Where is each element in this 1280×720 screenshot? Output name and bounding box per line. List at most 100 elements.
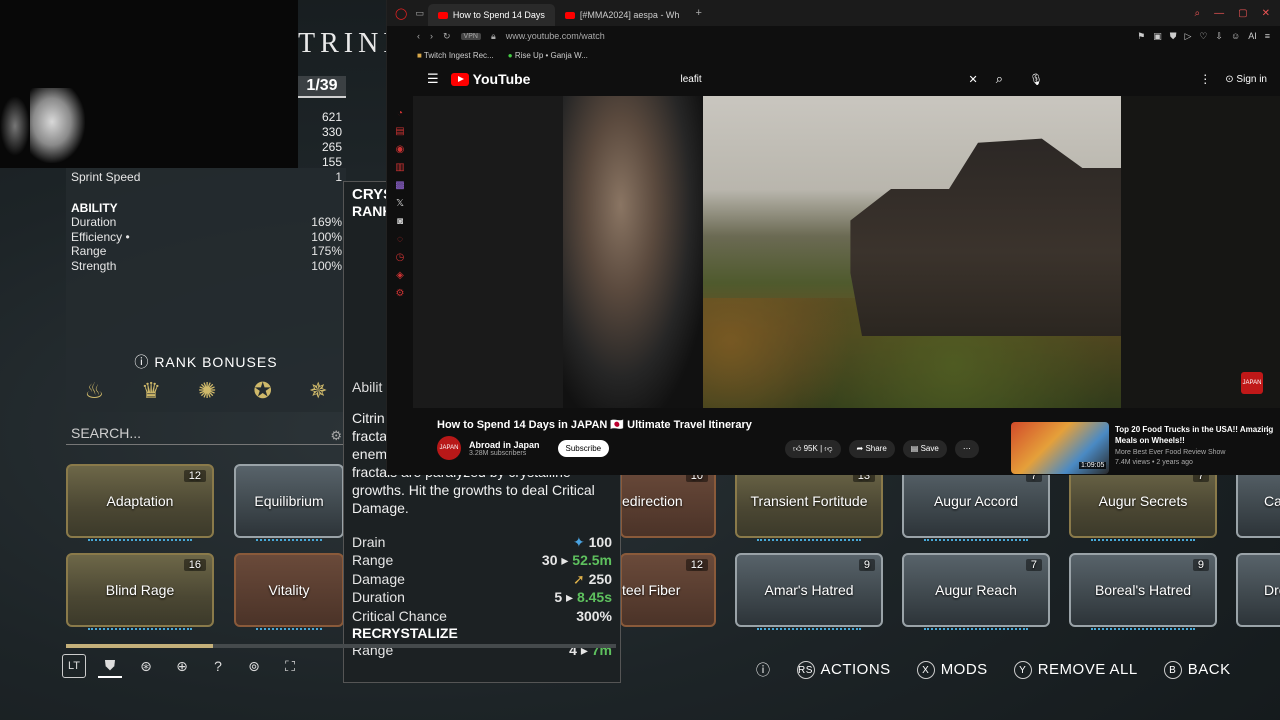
stat-values: 621 330 265 155 — [300, 110, 342, 170]
tooltip-section-title: RECRYSTALIZE — [352, 625, 458, 642]
stat-value: 265 — [321, 140, 342, 154]
mod-card[interactable]: Vitality — [234, 553, 344, 630]
opera-icon[interactable]: ◯ — [395, 7, 407, 20]
snapshot-icon[interactable]: ▣ — [1153, 31, 1162, 42]
maximize-icon[interactable]: ▢ — [1238, 8, 1247, 19]
heart-icon[interactable]: ♡ — [1199, 31, 1207, 42]
like-button[interactable]: 👍︎ 95K | 👎︎ — [785, 440, 841, 458]
x-icon[interactable]: 𝕏 — [396, 198, 404, 209]
help-icon[interactable]: ? — [206, 654, 230, 678]
mod-card[interactable]: 9 Boreal's Hatred — [1069, 553, 1217, 630]
close-icon[interactable]: ✕ — [1262, 8, 1270, 19]
youtube-search-input[interactable]: leafit — [680, 74, 980, 85]
twitch-icon[interactable]: ▩ — [395, 180, 404, 191]
youtube-logo[interactable]: YouTube — [450, 71, 530, 87]
search-icon[interactable]: ⌕ — [996, 71, 1003, 87]
rank-bonus-icon[interactable]: ♛ — [141, 378, 161, 404]
mod-card[interactable]: 12 teel Fiber — [620, 553, 716, 627]
minimize-icon[interactable]: — — [1214, 8, 1224, 19]
remove-all-button[interactable]: Y REMOVE ALL — [1013, 661, 1138, 680]
forward-arrow-icon[interactable]: › — [430, 31, 433, 41]
mod-card[interactable]: 9 Amar's Hatred — [735, 553, 883, 630]
clock-icon[interactable]: ◷ — [396, 252, 405, 263]
hamburger-icon[interactable]: ☰ — [427, 71, 439, 87]
mod-rank-bar — [757, 628, 861, 631]
mod-card[interactable]: Ca — [1236, 464, 1280, 538]
flow-icon[interactable]: ◈ — [396, 270, 404, 281]
browser-toolbar: ⚑ ▣ ⛊ ▷ ♡ ⇩ ☺ AI ≡ — [1137, 31, 1270, 42]
warframe-icon[interactable]: ⊛ — [134, 654, 158, 678]
shield-icon[interactable]: ⛊ — [98, 654, 122, 678]
clear-search-icon[interactable]: ✕ — [968, 73, 977, 86]
subscribe-button[interactable]: Subscribe — [557, 439, 610, 457]
bookmark-item[interactable]: ● Rise Up • Ganja W... — [508, 51, 588, 60]
actions-button[interactable]: RS ACTIONS — [796, 661, 891, 680]
recommended-video[interactable]: 1:09:05 Top 20 Food Trucks in the USA!! … — [1011, 420, 1280, 475]
channel-avatar[interactable]: JAPAN — [437, 436, 461, 460]
recommended-title[interactable]: Top 20 Food Trucks in the USA!! Amazing … — [1115, 424, 1275, 446]
bookmark-item[interactable]: ■ Twitch Ingest Rec... — [417, 51, 494, 60]
vpn-badge[interactable]: VPN — [460, 32, 481, 40]
new-tab-icon[interactable]: + — [695, 7, 701, 19]
settings-icon[interactable]: ⚙ — [396, 288, 405, 299]
rank-bonus-icon[interactable]: ✪ — [254, 378, 272, 404]
search-tabs-icon[interactable]: ⌕ — [1195, 8, 1201, 19]
share-button[interactable]: ➦ Share — [848, 440, 895, 458]
reload-icon[interactable]: ↻ — [443, 31, 451, 42]
adblock-icon[interactable]: ⛊ — [1170, 31, 1177, 42]
info-icon[interactable]: ⓘ — [756, 660, 771, 680]
discord-icon[interactable]: ◙ — [397, 216, 403, 227]
mod-card[interactable]: 7 Augur Reach — [902, 553, 1050, 630]
mod-search-input[interactable]: SEARCH... ⚙ — [66, 421, 346, 445]
more-options-icon[interactable]: ⋮ — [1199, 72, 1211, 86]
video-player[interactable] — [563, 96, 1121, 408]
mod-card[interactable]: Equilibrium — [234, 464, 344, 541]
rank-bonus-icon[interactable]: ♨ — [85, 378, 105, 404]
wallet-icon[interactable]: ▤ — [395, 126, 404, 137]
stat-value: 169% — [311, 215, 342, 230]
rank-bonus-icon[interactable]: ✵ — [309, 378, 327, 404]
mod-card[interactable]: Dre — [1236, 553, 1280, 627]
mod-card[interactable]: 16 Blind Rage — [66, 553, 214, 630]
lt-button-icon[interactable]: LT — [62, 654, 86, 678]
tooltip-stat-base: 30 ▸ — [541, 552, 569, 569]
ai-button[interactable]: AI — [1248, 31, 1257, 42]
tab-aespa[interactable]: [#MMA2024] aespa - Wh — [555, 4, 690, 26]
mod-card[interactable]: 7 Augur Secrets — [1069, 464, 1217, 541]
microphone-icon[interactable]: 🎙︎ — [1029, 73, 1043, 86]
bookmark-icon[interactable]: ⚑ — [1137, 31, 1145, 42]
rank-bonus-icon[interactable]: ✺ — [198, 378, 216, 404]
player-icon[interactable]: ▷ — [1184, 31, 1191, 42]
back-arrow-icon[interactable]: ‹ — [417, 31, 420, 41]
upgrade-icon[interactable]: ⊚ — [242, 654, 266, 678]
recommended-meta: More Best Ever Food Review Show 7.4M vie… — [1115, 448, 1226, 468]
mod-card[interactable]: 12 Adaptation — [66, 464, 214, 541]
sign-in-button[interactable]: ⊙ Sign in — [1225, 74, 1267, 85]
thumbs-down-icon[interactable]: 👎︎ — [824, 444, 832, 453]
messenger-icon[interactable]: ◉ — [396, 144, 405, 155]
download-icon[interactable]: ⇩ — [1215, 31, 1223, 42]
polarity-icon[interactable]: ⊕ — [170, 654, 194, 678]
window-controls: ⌕ — ▢ ✕ — [1195, 8, 1280, 19]
more-options-icon[interactable]: ⋮ — [1262, 424, 1273, 437]
search-icon: ⚙ — [330, 428, 342, 443]
mods-button[interactable]: X MODS — [916, 661, 988, 680]
profile-icon[interactable]: ☺ — [1231, 31, 1240, 42]
url-field[interactable]: www.youtube.com/watch — [506, 31, 605, 41]
tab-youtube-japan[interactable]: How to Spend 14 Days — [427, 4, 555, 26]
expand-icon[interactable]: ⛶ — [278, 654, 302, 678]
channel-name[interactable]: Abroad in Japan — [469, 440, 540, 450]
speed-dial-icon[interactable]: ◌ — [397, 234, 403, 245]
workspaces-icon[interactable]: ▭ — [415, 8, 424, 19]
more-actions-icon[interactable]: ⋯ — [954, 440, 979, 458]
menu-icon[interactable]: ≡ — [1265, 31, 1270, 42]
back-button[interactable]: B BACK — [1163, 661, 1231, 680]
bookmarks-icon[interactable]: ▥ — [395, 162, 404, 173]
history-icon[interactable]: ◔ — [397, 108, 403, 119]
mod-card[interactable]: 10 edirection — [620, 464, 716, 538]
save-button[interactable]: ▤ Save — [902, 440, 947, 458]
mod-card[interactable]: 13 Transient Fortitude — [735, 464, 883, 541]
mod-card[interactable]: 7 Augur Accord — [902, 464, 1050, 541]
b-button-icon: B — [1163, 661, 1182, 680]
info-icon[interactable]: ⓘ — [134, 354, 149, 370]
